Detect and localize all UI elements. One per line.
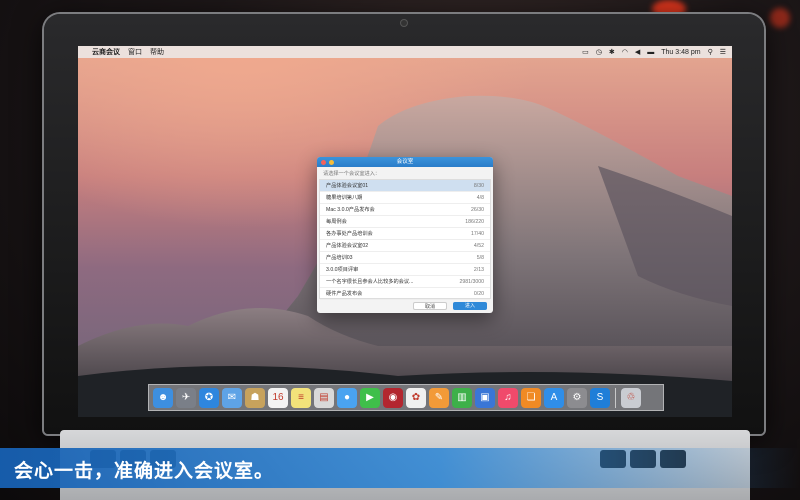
- meeting-room-name: 一个名字很长且参会人比较多的会议...: [326, 279, 414, 285]
- meeting-room-row[interactable]: Mac 3.0.0产品发布会 26/30: [320, 204, 490, 216]
- dock: ☻ ✈ ✪ ✉ ☗ 16 ≡ ▤ ● ▶ ◉ ✿ ✎ ▥ ▣ ♫ ❏ A ⚙ S ♲: [148, 384, 664, 411]
- trash-icon[interactable]: ♲: [621, 387, 641, 408]
- meeting-room-name: Mac 3.0.0产品发布会: [326, 207, 375, 213]
- minimize-icon[interactable]: [329, 159, 334, 165]
- meeting-room-row[interactable]: 产品培训03 5/8: [320, 252, 490, 264]
- camera: [401, 20, 407, 26]
- meeting-room-name: 硬件产品发布会: [326, 291, 363, 297]
- facetime-icon[interactable]: ▶: [360, 387, 380, 408]
- meeting-room-attendance: 2981/3000: [459, 279, 484, 285]
- dialog-prompt: 请选择一个会议室进入：: [323, 171, 381, 177]
- safari-icon[interactable]: ✪: [199, 387, 219, 408]
- menu-app-name[interactable]: 云商会议: [92, 47, 120, 57]
- close-icon[interactable]: [321, 159, 326, 165]
- photos-icon[interactable]: ✿: [406, 387, 426, 408]
- airplay-icon[interactable]: ▭: [582, 48, 589, 56]
- preview-icon[interactable]: ▤: [314, 387, 334, 408]
- yunshang-meeting-icon[interactable]: S: [590, 387, 610, 408]
- app-store-icon[interactable]: A: [544, 387, 564, 408]
- meeting-room-row[interactable]: 每周例会 186/220: [320, 216, 490, 228]
- meeting-room-row[interactable]: 各办事处产品培训会 17/40: [320, 228, 490, 240]
- dialog-titlebar[interactable]: 会议室: [317, 157, 493, 167]
- messages-icon[interactable]: ●: [337, 387, 357, 408]
- system-preferences-icon[interactable]: ⚙: [567, 387, 587, 408]
- bluetooth-icon[interactable]: ✱: [609, 48, 615, 56]
- meeting-room-attendance: 8/30: [473, 183, 484, 189]
- meeting-room-name: 3.0.0项目评审: [326, 267, 359, 273]
- meeting-room-dialog: 会议室 请选择一个会议室进入： 产品体验会议室01 8/30 糖果培训第八期 4/8 M…: [317, 157, 493, 313]
- bokeh-light: [770, 8, 790, 28]
- cancel-button[interactable]: 取消: [413, 302, 447, 310]
- numbers-icon[interactable]: ▥: [452, 387, 472, 408]
- contacts-icon[interactable]: ☗: [245, 387, 265, 408]
- meeting-room-row[interactable]: 3.0.0项目评审 2/13: [320, 264, 490, 276]
- meeting-room-attendance: 26/30: [471, 207, 484, 213]
- meeting-room-attendance: 17/40: [471, 231, 484, 237]
- finder-icon[interactable]: ☻: [153, 387, 173, 408]
- menu-window[interactable]: 窗口: [128, 47, 142, 57]
- meeting-room-name: 糖果培训第八期: [326, 195, 363, 201]
- meeting-room-attendance: 186/220: [465, 219, 484, 225]
- meeting-room-name: 产品培训03: [326, 255, 353, 261]
- mail-icon[interactable]: ✉: [222, 387, 242, 408]
- wifi-icon[interactable]: ◠: [622, 48, 628, 56]
- meeting-room-name: 各办事处产品培训会: [326, 231, 373, 237]
- meeting-room-attendance: 5/8: [476, 255, 484, 261]
- battery-icon[interactable]: ▬: [647, 49, 654, 56]
- desktop-screen: 云商会议 窗口 帮助 ▭ ◷ ✱ ◠ ◀ ▬ Thu 3:48 pm ⚲ ☰ 会…: [78, 46, 732, 417]
- ibooks-icon[interactable]: ❏: [521, 387, 541, 408]
- meeting-room-name: 每周例会: [326, 219, 347, 225]
- meeting-room-row[interactable]: 产品体验会议室02 4/52: [320, 240, 490, 252]
- menu-bar: 云商会议 窗口 帮助 ▭ ◷ ✱ ◠ ◀ ▬ Thu 3:48 pm ⚲ ☰: [78, 46, 732, 58]
- meeting-room-attendance: 4/8: [476, 195, 484, 201]
- meeting-room-name: 产品体验会议室02: [326, 243, 369, 249]
- meeting-room-row[interactable]: 硬件产品发布会 0/20: [320, 288, 490, 300]
- enter-button[interactable]: 进入: [453, 302, 487, 310]
- notification-center-icon[interactable]: ☰: [720, 48, 726, 56]
- dialog-title: 会议室: [396, 159, 414, 165]
- menu-clock[interactable]: Thu 3:48 pm: [661, 49, 700, 56]
- pages-icon[interactable]: ✎: [429, 387, 449, 408]
- menu-help[interactable]: 帮助: [150, 47, 164, 57]
- meeting-room-row[interactable]: 产品体验会议室01 8/30: [320, 180, 490, 192]
- meeting-room-attendance: 0/20: [473, 291, 484, 297]
- itunes-icon[interactable]: ♫: [498, 387, 518, 408]
- dock-separator: [615, 387, 616, 408]
- keynote-icon[interactable]: ▣: [475, 387, 495, 408]
- launchpad-icon[interactable]: ✈: [176, 387, 196, 408]
- volume-icon[interactable]: ◀: [635, 48, 640, 56]
- time-machine-icon[interactable]: ◷: [596, 48, 602, 56]
- meeting-room-list: 产品体验会议室01 8/30 糖果培训第八期 4/8 Mac 3.0.0产品发布会 26/…: [319, 179, 491, 300]
- meeting-room-row[interactable]: 一个名字很长且参会人比较多的会议... 2981/3000: [320, 276, 490, 288]
- meeting-room-attendance: 2/13: [473, 267, 484, 273]
- spotlight-icon[interactable]: ⚲: [708, 48, 713, 56]
- meeting-room-attendance: 4/52: [473, 243, 484, 249]
- meeting-room-name: 产品体验会议室01: [326, 183, 369, 189]
- meeting-room-row[interactable]: 糖果培训第八期 4/8: [320, 192, 490, 204]
- calendar-icon[interactable]: 16: [268, 387, 288, 408]
- photo-booth-icon[interactable]: ◉: [383, 387, 403, 408]
- caption-text: 会心一击，准确进入会议室。: [14, 460, 275, 482]
- notes-icon[interactable]: ≡: [291, 387, 311, 408]
